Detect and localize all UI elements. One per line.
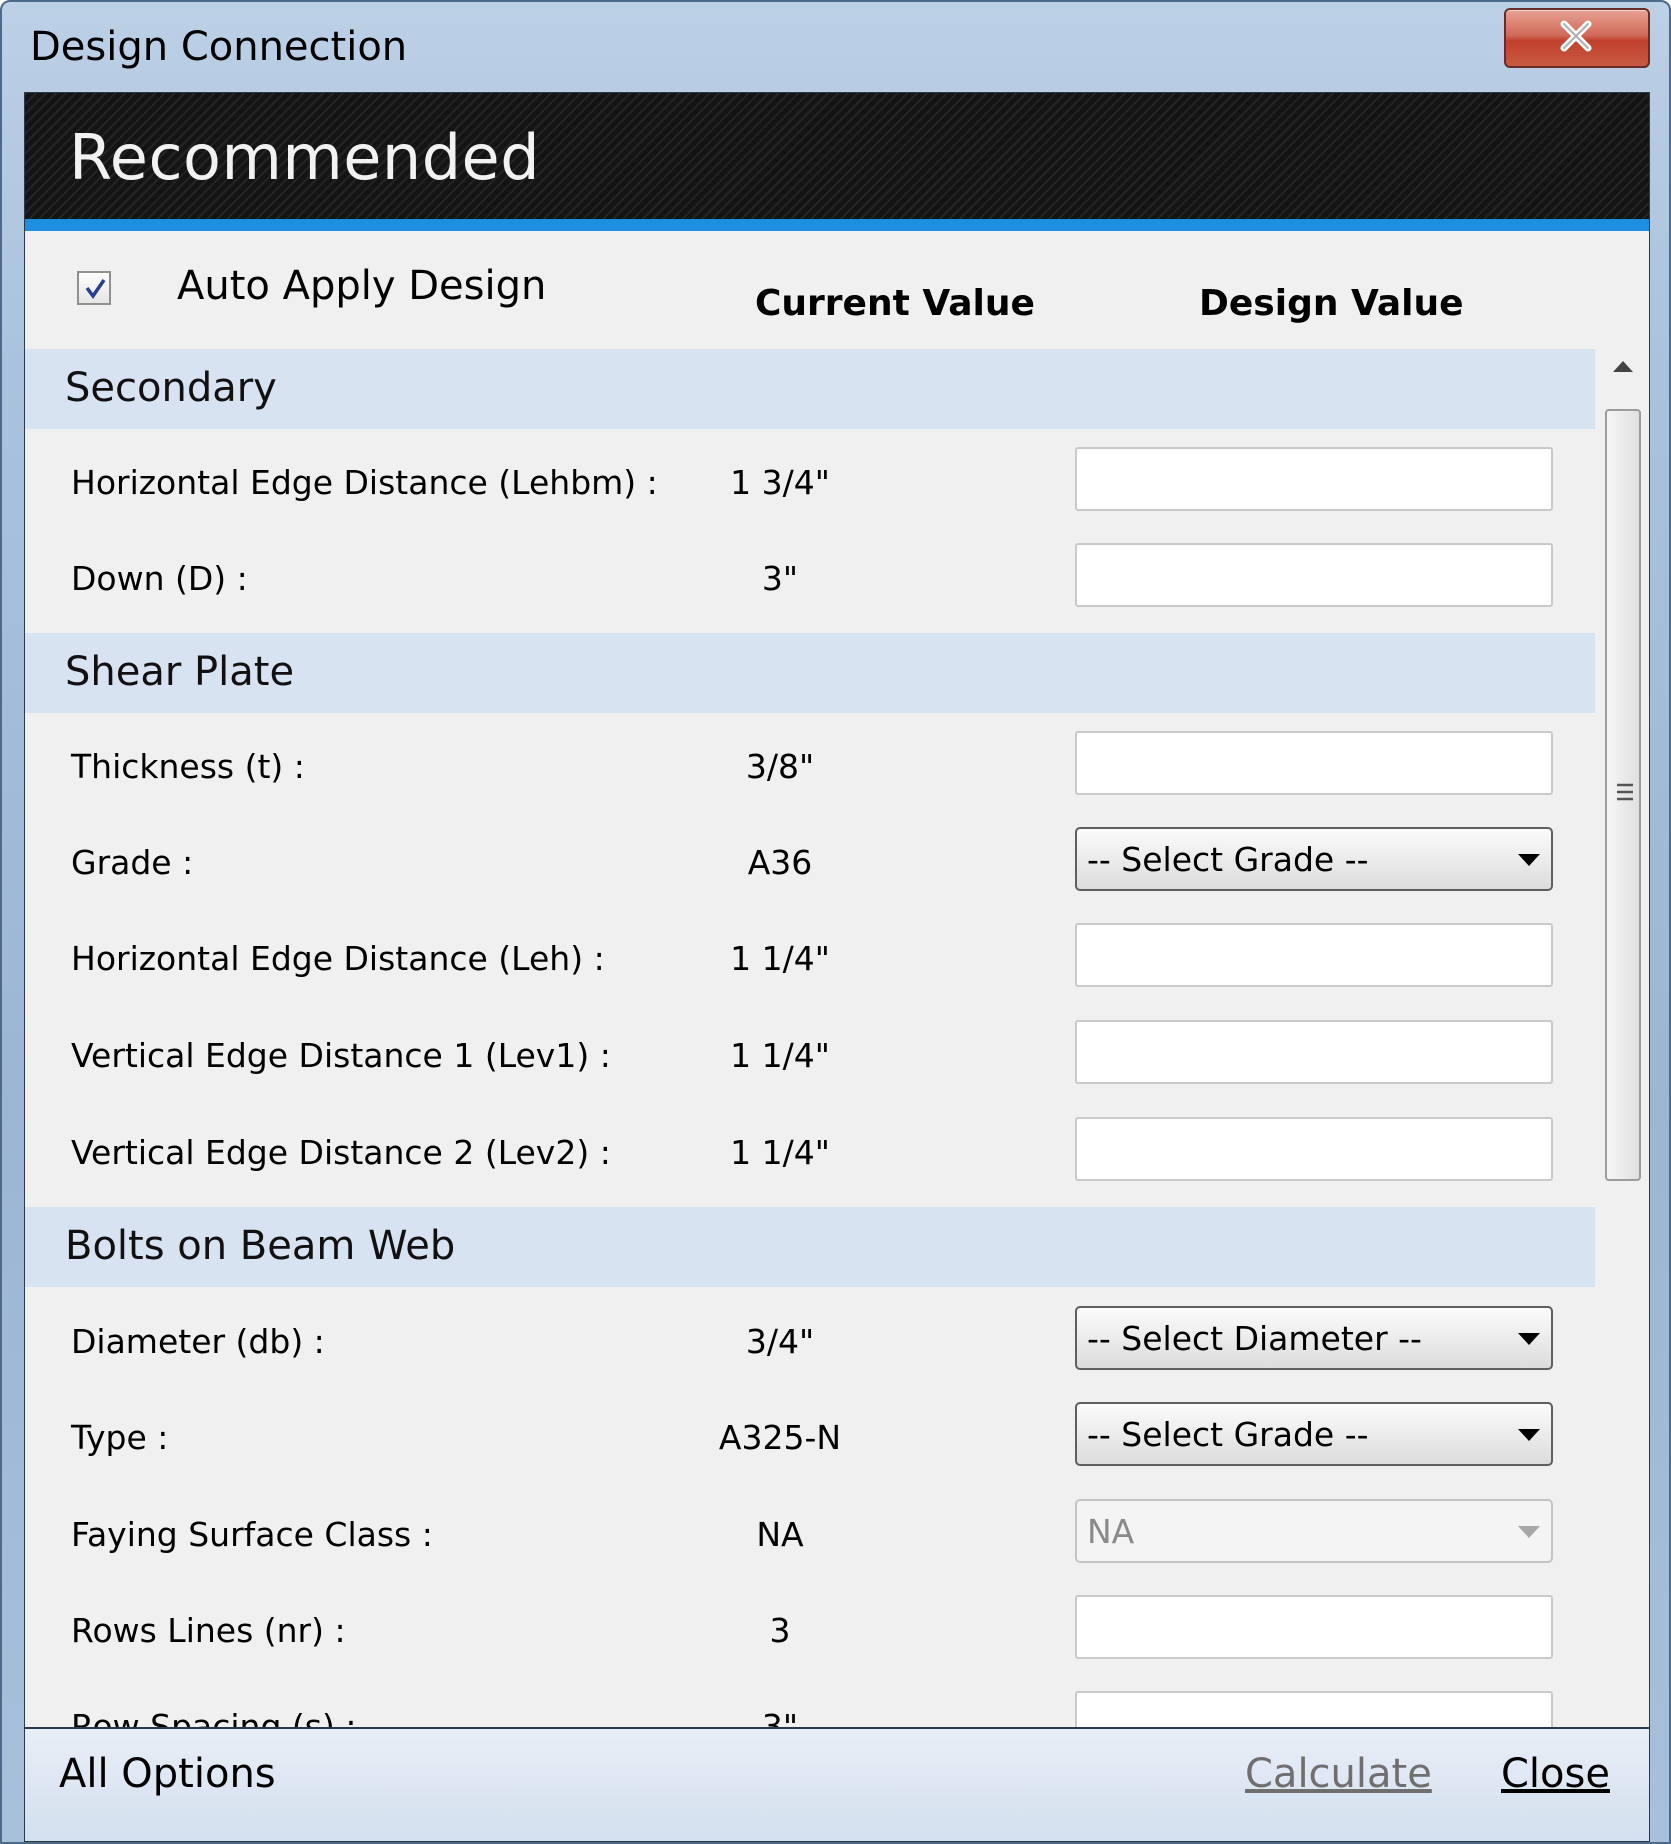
row-label-type: Type :	[71, 1418, 169, 1457]
calculate-button[interactable]: Calculate	[1245, 1751, 1432, 1797]
dropdown-arrow-icon	[1518, 854, 1540, 866]
row-current-leh: 1 1/4"	[730, 939, 830, 978]
section-header-secondary: Secondary	[25, 349, 1595, 429]
design-select-faying: NA	[1075, 1499, 1553, 1563]
design-select-type[interactable]: -- Select Grade --	[1075, 1402, 1553, 1466]
vertical-scrollbar[interactable]	[1599, 349, 1647, 1815]
dropdown-arrow-icon	[1518, 1526, 1540, 1538]
scroll-thumb[interactable]	[1605, 409, 1641, 1181]
design-input-thickness[interactable]	[1075, 731, 1553, 795]
accent-bar	[25, 219, 1649, 231]
column-header-current: Current Value	[755, 283, 1035, 324]
window-close-button[interactable]	[1504, 8, 1650, 68]
scroll-up-arrow-icon[interactable]	[1611, 359, 1635, 373]
row-label-grade: Grade :	[71, 843, 194, 882]
row-label-rows: Rows Lines (nr) :	[71, 1611, 346, 1650]
row-current-lehbm: 1 3/4"	[730, 463, 830, 502]
grip-icon	[1617, 783, 1633, 801]
row-label-thickness: Thickness (t) :	[71, 747, 305, 786]
auto-apply-checkbox[interactable]	[77, 271, 111, 305]
row-label-lev2: Vertical Edge Distance 2 (Lev2) :	[71, 1133, 611, 1172]
row-current-lev1: 1 1/4"	[730, 1036, 830, 1075]
row-current-thickness: 3/8"	[745, 747, 815, 786]
row-current-grade: A36	[747, 843, 813, 882]
dialog-footer: All Options Calculate Close	[25, 1727, 1649, 1841]
dialog-client-area: Recommended Auto Apply Design Current Va…	[24, 92, 1650, 1842]
select-value: -- Select Grade --	[1087, 1415, 1369, 1454]
design-select-grade[interactable]: -- Select Grade --	[1075, 827, 1553, 891]
close-button[interactable]: Close	[1501, 1751, 1610, 1797]
design-input-lehbm[interactable]	[1075, 447, 1553, 511]
all-options-link[interactable]: All Options	[59, 1751, 276, 1797]
row-current-diameter: 3/4"	[745, 1322, 815, 1361]
dialog-window: Design Connection Recommended Auto Apply…	[0, 0, 1671, 1844]
close-icon	[1560, 20, 1592, 52]
page-title: Recommended	[69, 121, 541, 194]
row-label-leh: Horizontal Edge Distance (Leh) :	[71, 939, 605, 978]
row-current-faying: NA	[756, 1515, 804, 1554]
row-current-type: A325-N	[718, 1418, 842, 1457]
row-current-rows: 3	[769, 1611, 791, 1650]
checkmark-icon	[85, 279, 106, 299]
row-current-lev2: 1 1/4"	[730, 1133, 830, 1172]
window-title: Design Connection	[30, 24, 408, 70]
select-value: NA	[1087, 1512, 1135, 1551]
row-label-down: Down (D) :	[71, 559, 248, 598]
design-input-rows[interactable]	[1075, 1595, 1553, 1659]
design-input-lev1[interactable]	[1075, 1020, 1553, 1084]
section-header-shear-plate: Shear Plate	[25, 633, 1595, 713]
design-select-diameter[interactable]: -- Select Diameter --	[1075, 1306, 1553, 1370]
section-title: Bolts on Beam Web	[65, 1223, 456, 1269]
row-label-diameter: Diameter (db) :	[71, 1322, 325, 1361]
section-title: Shear Plate	[65, 649, 295, 695]
row-current-down: 3"	[761, 559, 799, 598]
select-value: -- Select Diameter --	[1087, 1319, 1422, 1358]
select-value: -- Select Grade --	[1087, 840, 1369, 879]
design-input-down[interactable]	[1075, 543, 1553, 607]
design-input-leh[interactable]	[1075, 923, 1553, 987]
column-header-design: Design Value	[1199, 283, 1464, 324]
row-label-lev1: Vertical Edge Distance 1 (Lev1) :	[71, 1036, 611, 1075]
design-input-lev2[interactable]	[1075, 1117, 1553, 1181]
row-label-faying: Faying Surface Class :	[71, 1515, 433, 1554]
auto-apply-label: Auto Apply Design	[177, 263, 547, 309]
header-band: Recommended	[25, 93, 1649, 219]
row-label-lehbm: Horizontal Edge Distance (Lehbm) :	[71, 463, 658, 502]
form-scroll-area: Secondary Horizontal Edge Distance (Lehb…	[25, 349, 1595, 1815]
dropdown-arrow-icon	[1518, 1429, 1540, 1441]
section-header-bolts: Bolts on Beam Web	[25, 1207, 1595, 1287]
dropdown-arrow-icon	[1518, 1333, 1540, 1345]
section-title: Secondary	[65, 365, 277, 411]
